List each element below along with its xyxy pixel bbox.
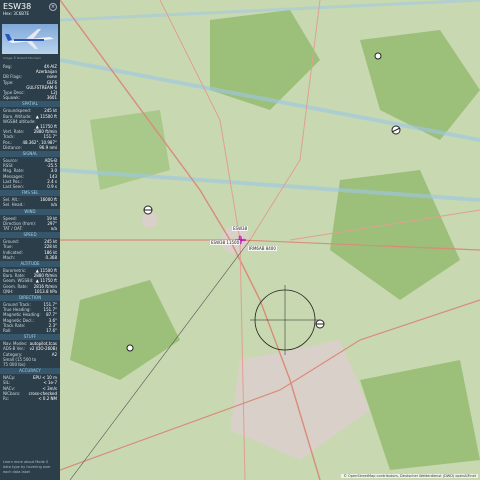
field-label: Sel. Head.: — [3, 202, 25, 208]
airport-icon[interactable] — [143, 205, 153, 215]
altitude-row: QNH: 1013.8 hPa — [3, 289, 57, 294]
field-value: n/a — [50, 202, 57, 208]
accuracy-section-header[interactable]: ACCURACY — [0, 368, 60, 375]
close-icon[interactable]: × — [49, 3, 57, 11]
airport-icon[interactable] — [374, 52, 382, 60]
field-label: TAT / OAT: — [3, 226, 23, 231]
map-view[interactable]: ESW38 ESW38 11500 IRM6AB 8400 © OpenStre… — [60, 0, 480, 480]
signal-row: Last Seen: 0.9 s — [3, 184, 57, 189]
aircraft-photo[interactable] — [2, 24, 58, 54]
fms-row: Sel. Head.: n/a — [3, 202, 57, 207]
photo-credit: Image © Robert Morrison — [3, 56, 42, 60]
fms-section-header[interactable]: FMS SEL — [0, 190, 60, 197]
field-value: < 0.2 NM — [38, 396, 57, 401]
field-value: 17.6° — [46, 328, 57, 333]
wind-row: TAT / OAT: n/a — [3, 226, 57, 231]
speed-row: Mach: 0.368 — [3, 255, 57, 260]
map-canvas[interactable] — [60, 0, 480, 480]
aircraft-label[interactable]: IRM6AB 8400 — [248, 246, 277, 251]
direction-section-header[interactable]: DIRECTION — [0, 295, 60, 301]
signal-section-header[interactable]: SIGNAL — [0, 151, 60, 157]
field-label: QNH: — [3, 288, 14, 294]
callsign: ESW38 — [3, 2, 32, 11]
hex-code: Hex: 3C6B7E — [3, 11, 30, 16]
field-label: Mach: — [3, 254, 15, 260]
accuracy-row: Rc: < 0.2 NM — [3, 396, 57, 401]
altitude-section-header[interactable]: ALTITUDE — [0, 261, 60, 267]
field-label: Last Seen: — [3, 184, 24, 189]
field-value: 0.368 — [45, 254, 57, 260]
aircraft-info-panel: ESW38 Hex: 3C6B7E × Image © Robert Morri… — [0, 0, 60, 480]
panel-header: ESW38 Hex: 3C6B7E × — [0, 0, 60, 20]
map-attribution[interactable]: © OpenStreetMap contributors, Deutscher … — [341, 474, 478, 478]
stuff-section-header[interactable]: STUFF — [0, 334, 60, 341]
field-label: Roll: — [3, 328, 12, 333]
field-value: 1013.8 hPa — [34, 288, 58, 294]
field-value: n/a — [50, 226, 57, 231]
field-value: 96.9 nmi — [39, 144, 57, 150]
field-label: Squawk: — [3, 95, 20, 101]
airport-icon[interactable] — [315, 319, 325, 329]
wind-section-header[interactable]: WIND — [0, 208, 60, 215]
aircraft-label[interactable]: ESW38 11500 — [210, 240, 241, 245]
airport-icon[interactable] — [126, 344, 134, 352]
direction-row: Roll: 17.6° — [3, 328, 57, 333]
field-label: Rc: — [3, 396, 10, 401]
field-value: 3601 — [46, 95, 57, 101]
help-footer: Learn more about Mode S data type by hov… — [3, 460, 51, 474]
aircraft-label[interactable]: ESW38 — [232, 226, 249, 231]
field-label: Distance: — [3, 144, 22, 150]
field-value: 0.9 s — [47, 184, 57, 189]
field-label: 75 000 lbs) — [3, 362, 26, 367]
spatial-section-header[interactable]: SPATIAL — [0, 101, 60, 108]
spatial-row: Distance: 96.9 nmi — [3, 145, 57, 150]
stuff-row: 75 000 lbs) — [3, 362, 57, 367]
speed-section-header[interactable]: SPEED — [0, 232, 60, 239]
details-row: Squawk: 3601 — [3, 95, 57, 100]
airport-icon[interactable] — [391, 125, 401, 135]
